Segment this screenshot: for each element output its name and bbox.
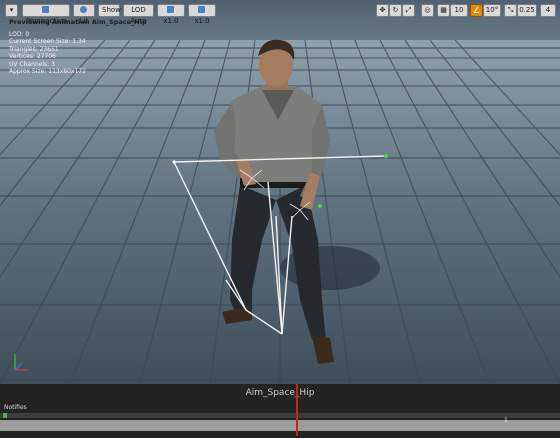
animation-title: Aim_Space_Hip — [245, 388, 315, 398]
grid-snap-label: 10 — [454, 6, 464, 14]
notifies-label: Notifies — [4, 404, 27, 411]
scale-snap-value[interactable]: 0.25 — [517, 4, 537, 17]
info-triangles: Triangles: 23651 — [9, 45, 59, 53]
play-rate-icon — [166, 6, 174, 13]
world-space-button[interactable]: ◎ — [421, 4, 434, 17]
preview-info: Previewing Animation Aim_Space_Hip LOD: … — [9, 18, 147, 76]
rotate-icon: ↻ — [392, 6, 399, 14]
scale-snap-label: 0.25 — [519, 6, 535, 14]
scale-snap-icon: ⤡ — [507, 6, 514, 14]
globe-icon: ◎ — [424, 6, 431, 14]
camera-speed-button[interactable]: 4 — [540, 4, 556, 17]
viewport-menu-button[interactable]: ▾ — [5, 4, 18, 17]
notifies-track[interactable]: Notifies — [4, 404, 27, 411]
speed-label: x1.0 — [194, 17, 210, 25]
viewport[interactable]: ▾ Perspective Lit Show LOD Auto x1.0 x1.… — [0, 0, 560, 384]
scrub-handle[interactable] — [296, 384, 298, 436]
grid-icon: ▦ — [440, 6, 447, 14]
rotation-snap-value[interactable]: 10° — [483, 4, 501, 17]
preview-title: Previewing Animation Aim_Space_Hip — [9, 18, 147, 26]
speed-button[interactable]: x1.0 — [188, 4, 216, 25]
scale-icon: ⤢ — [405, 6, 412, 14]
camera-speed-label: 4 — [545, 6, 551, 14]
scale-snap-toggle[interactable]: ⤡ — [504, 4, 517, 17]
lod-button[interactable]: LOD Auto — [123, 4, 154, 25]
info-uv-channels: UV Channels: 3 — [9, 60, 55, 68]
play-rate-label: x1.0 — [163, 17, 179, 25]
lit-icon — [79, 6, 87, 13]
show-button[interactable]: Show — [98, 4, 121, 17]
angle-icon: ∠ — [472, 6, 481, 15]
timeline-panel: Aim_Space_Hip Notifies 1 — [0, 384, 560, 438]
play-rate-button[interactable]: x1.0 — [157, 4, 185, 25]
translate-tool-button[interactable]: ✥ — [376, 4, 389, 17]
rotation-snap-label: 10° — [485, 6, 499, 14]
show-label: Show — [102, 6, 121, 14]
key-track[interactable] — [0, 413, 560, 418]
axis-gizmo — [14, 354, 28, 371]
perspective-icon — [41, 6, 49, 13]
grid-snap-value[interactable]: 10 — [450, 4, 468, 17]
speed-icon — [197, 6, 205, 13]
rotate-tool-button[interactable]: ↻ — [389, 4, 402, 17]
info-vertices: Vertices: 27706 — [9, 53, 56, 60]
key-marker — [3, 413, 7, 418]
scrub-track[interactable] — [0, 420, 560, 431]
perspective-button[interactable]: Perspective — [22, 4, 70, 25]
end-frame-label: 1 — [504, 417, 508, 424]
scale-tool-button[interactable]: ⤢ — [402, 4, 415, 17]
rotation-snap-toggle[interactable]: ∠ — [470, 4, 483, 17]
move-icon: ✥ — [379, 6, 386, 14]
info-lod: LOD: 0 — [9, 30, 30, 38]
info-screen-size: Current Screen Size: 1.34 — [9, 38, 86, 45]
lit-button[interactable]: Lit — [73, 4, 95, 25]
info-approx-size: Approx Size: 113x80x172 — [9, 68, 86, 75]
grid-snap-toggle[interactable]: ▦ — [437, 4, 450, 17]
chevron-down-icon: ▾ — [9, 6, 14, 14]
